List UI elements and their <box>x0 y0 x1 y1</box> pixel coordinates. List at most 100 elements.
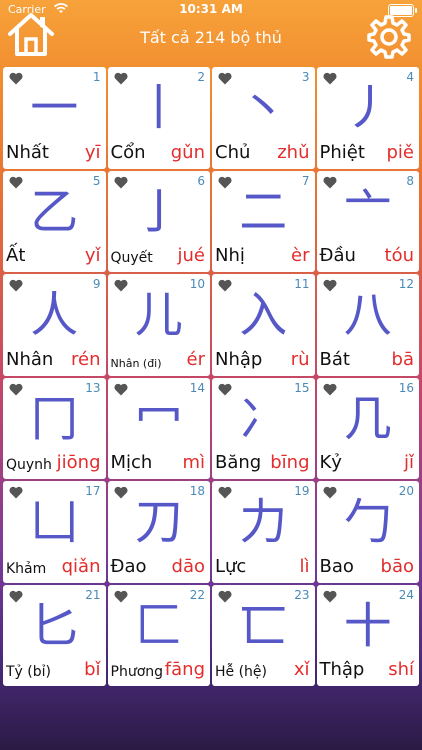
radical-character: 乙 <box>30 183 79 240</box>
radical-card[interactable]: 19 力 Lực lì <box>212 481 315 583</box>
radical-card[interactable]: 17 凵 Khảm qiǎn <box>3 481 106 583</box>
radical-name: Kỷ <box>319 452 342 473</box>
radical-name: Hễ (hệ) <box>215 664 268 680</box>
radical-card[interactable]: 12 八 Bát bā <box>316 274 419 376</box>
radical-card[interactable]: 15 冫 Băng bīng <box>212 377 315 479</box>
radical-pinyin: xǐ <box>293 659 310 680</box>
clock: 10:31 AM <box>179 2 243 16</box>
radical-character: 冖 <box>134 390 183 447</box>
radical-pinyin: mì <box>182 452 205 473</box>
radical-pinyin: rù <box>290 348 310 370</box>
radical-pinyin: zhǔ <box>277 141 310 163</box>
radical-card[interactable]: 13 冂 Quynh jiōng <box>3 377 106 479</box>
radical-card[interactable]: 7 二 Nhị èr <box>212 170 315 272</box>
radical-name: Nhân <box>6 348 54 370</box>
radical-name: Thập <box>319 659 365 680</box>
radical-pinyin: fāng <box>164 659 205 680</box>
radical-character: 匕 <box>30 597 79 654</box>
radical-pinyin: èr <box>291 245 310 266</box>
radical-card[interactable]: 1 一 Nhất yī <box>3 67 106 169</box>
radical-pinyin: jué <box>177 245 205 266</box>
radical-name: Nhập <box>215 348 263 370</box>
radical-name: Nhân (đi) <box>110 356 162 370</box>
radical-pinyin: shí <box>388 659 414 680</box>
radical-card[interactable]: 6 亅 Quyết jué <box>107 170 210 272</box>
radical-character: 勹 <box>343 494 392 550</box>
radical-card[interactable]: 14 冖 Mịch mì <box>107 377 210 479</box>
radical-pinyin: qiǎn <box>61 555 101 577</box>
page-title: Tất cả 214 bộ thủ <box>140 28 282 47</box>
radical-name: Quynh <box>6 457 52 473</box>
radical-card[interactable]: 5 乙 Ất yǐ <box>3 170 106 272</box>
radical-name: Tỷ (bỉ) <box>6 664 51 680</box>
radical-character: 丨 <box>134 80 183 136</box>
radical-name: Phương <box>110 664 164 680</box>
radical-card[interactable]: 21 匕 Tỷ (bỉ) bǐ <box>3 584 106 686</box>
radical-character: 凵 <box>30 494 79 550</box>
radical-pinyin: jǐ <box>403 452 414 473</box>
radical-pinyin: yī <box>84 141 101 163</box>
radical-name: Bát <box>319 348 350 370</box>
radical-name: Băng <box>215 452 262 473</box>
radical-card[interactable]: 24 十 Thập shí <box>316 584 419 686</box>
radical-card[interactable]: 20 勹 Bao bāo <box>316 481 419 583</box>
radical-name: Mịch <box>110 452 153 473</box>
radical-pinyin: lì <box>299 555 310 577</box>
status-bar: Carrier 10:31 AM <box>0 0 422 20</box>
radical-card[interactable]: 23 匸 Hễ (hệ) xǐ <box>212 584 315 686</box>
radical-character: 入 <box>239 287 288 343</box>
radical-pinyin: yǐ <box>84 245 101 266</box>
radical-character: 匚 <box>134 597 183 654</box>
nav-bar: Tất cả 214 bộ thủ <box>0 13 422 64</box>
radical-card[interactable]: 11 入 Nhập rù <box>212 274 315 376</box>
radical-name: Nhất <box>6 141 49 163</box>
radical-character: 亅 <box>134 183 183 240</box>
radical-pinyin: bā <box>391 348 414 370</box>
radical-name: Đao <box>110 555 147 577</box>
radical-pinyin: tóu <box>384 245 414 266</box>
radical-name: Bao <box>319 555 354 577</box>
radical-pinyin: jiōng <box>56 452 101 473</box>
radical-name: Quyết <box>110 250 153 266</box>
radical-card[interactable]: 2 丨 Cổn gǔn <box>107 67 210 169</box>
radical-card[interactable]: 4 丿 Phiệt piě <box>316 67 419 169</box>
radical-pinyin: gǔn <box>170 141 205 163</box>
radical-grid: 1 一 Nhất yī 2 丨 Cổn gǔn 3 丶 Chủ zhǔ 4 丿 Phiệt piě 5 乙 Ất yǐ… <box>2 66 420 687</box>
radical-character: 冂 <box>30 390 79 447</box>
radical-character: 力 <box>239 494 288 550</box>
radical-card[interactable]: 10 儿 Nhân (đi) ér <box>107 274 210 376</box>
radical-card[interactable]: 22 匚 Phương fāng <box>107 584 210 686</box>
radical-character: 十 <box>343 597 392 654</box>
radical-pinyin: ér <box>186 348 205 370</box>
radical-name: Ất <box>6 245 26 266</box>
radical-pinyin: bǐ <box>84 659 101 680</box>
radical-character: 八 <box>343 287 392 343</box>
radical-pinyin: piě <box>386 141 414 163</box>
radical-card[interactable]: 8 亠 Đầu tóu <box>316 170 419 272</box>
radical-card[interactable]: 3 丶 Chủ zhǔ <box>212 67 315 169</box>
radical-character: 人 <box>30 287 79 343</box>
radical-character: 丶 <box>239 80 288 136</box>
radical-character: 匸 <box>239 597 288 654</box>
radical-character: 亠 <box>343 183 392 240</box>
radical-card[interactable]: 18 刀 Đao dāo <box>107 481 210 583</box>
radical-pinyin: dāo <box>171 555 205 577</box>
radical-pinyin: rén <box>71 348 101 370</box>
radical-pinyin: bāo <box>380 555 414 577</box>
radical-name: Chủ <box>215 141 251 163</box>
settings-button[interactable] <box>366 14 412 60</box>
radical-character: 二 <box>239 183 288 240</box>
radical-card[interactable]: 16 几 Kỷ jǐ <box>316 377 419 479</box>
radical-pinyin: bīng <box>270 452 310 473</box>
gear-icon <box>367 15 411 59</box>
radical-character: 儿 <box>134 287 183 343</box>
radical-character: 几 <box>343 390 392 447</box>
radical-character: 一 <box>30 80 79 136</box>
radical-character: 刀 <box>134 494 183 550</box>
radical-name: Khảm <box>6 560 47 577</box>
radical-character: 丿 <box>343 80 392 136</box>
radical-card[interactable]: 9 人 Nhân rén <box>3 274 106 376</box>
radical-name: Cổn <box>110 141 146 163</box>
radical-character: 冫 <box>239 390 288 447</box>
radical-name: Nhị <box>215 245 245 266</box>
